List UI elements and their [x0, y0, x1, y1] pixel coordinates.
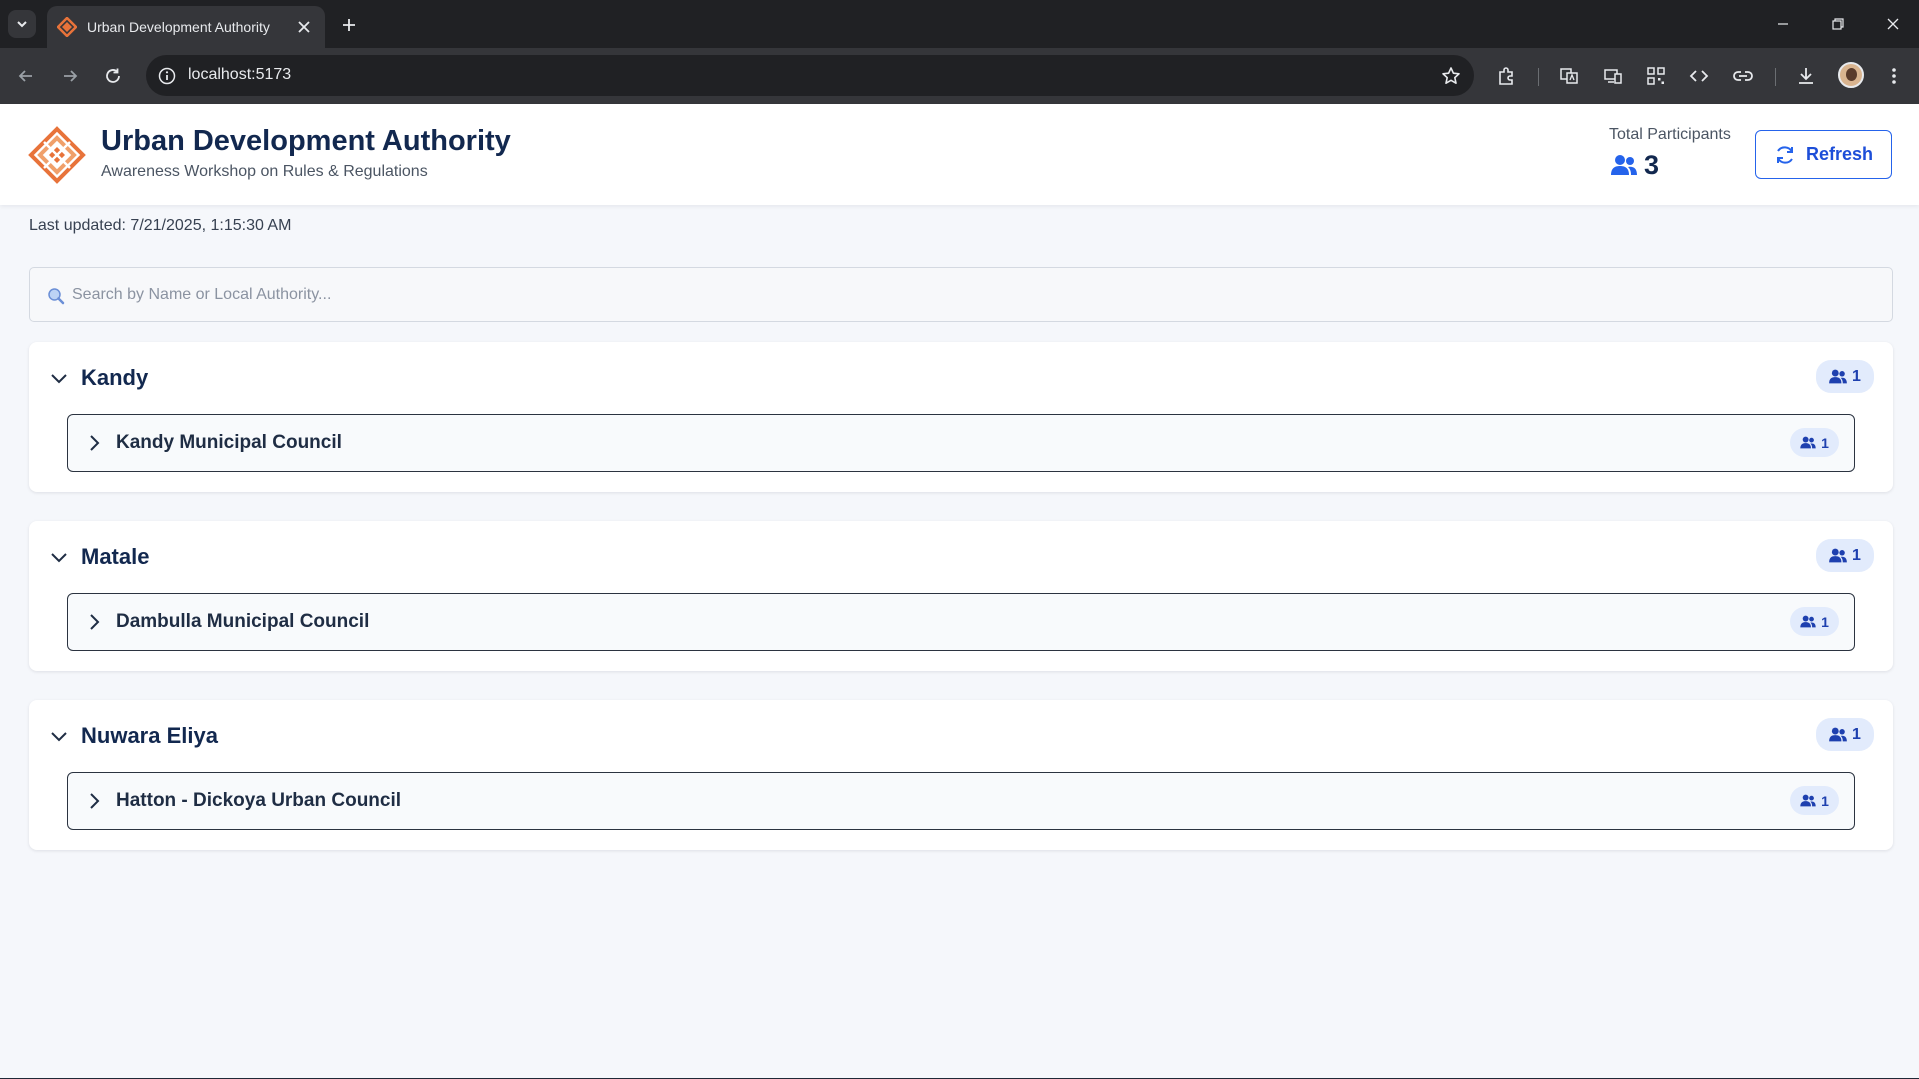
address-bar[interactable]: localhost:5173: [146, 55, 1474, 96]
chevron-down-icon: [51, 553, 67, 563]
council-row[interactable]: Dambulla Municipal Council 1: [67, 593, 1855, 651]
cast-button[interactable]: [1599, 62, 1627, 90]
search-box: [29, 267, 1893, 322]
district-count: 1: [1852, 546, 1861, 564]
browser-toolbar: localhost:5173: [0, 48, 1919, 104]
users-icon: [1829, 369, 1847, 384]
arrow-left-icon: [18, 70, 32, 82]
toolbar-separator: [1775, 68, 1776, 86]
users-icon: [1829, 727, 1847, 742]
plus-icon: [343, 19, 355, 31]
district-count-badge: 1: [1816, 539, 1874, 572]
district-count-badge: 1: [1816, 718, 1874, 751]
tab-title: Urban Development Authority: [87, 19, 270, 35]
copy-link-button[interactable]: [1729, 62, 1757, 90]
refresh-label: Refresh: [1805, 144, 1874, 164]
users-icon: [1800, 615, 1816, 628]
district-card-matale: Matale 1 Dambulla Municipal Council 1: [29, 521, 1893, 671]
district-count-badge: 1: [1816, 360, 1874, 393]
users-icon: [1800, 436, 1816, 449]
browser-menu-button[interactable]: [1880, 62, 1908, 90]
devtools-button[interactable]: [1685, 62, 1713, 90]
district-name: Matale: [81, 544, 150, 569]
district-name: Nuwara Eliya: [81, 723, 218, 748]
close-window-button[interactable]: [1878, 10, 1908, 38]
puzzle-icon: [1499, 67, 1513, 85]
app-header: Urban Development Authority Awareness Wo…: [0, 104, 1919, 205]
council-count-badge: 1: [1790, 428, 1839, 457]
app-subtitle: Awareness Workshop on Rules & Regulation…: [101, 163, 428, 180]
district-header[interactable]: Kandy 1: [29, 342, 1893, 414]
reload-icon: [106, 68, 120, 83]
council-count: 1: [1821, 434, 1829, 451]
translate-icon: [1560, 68, 1578, 84]
code-icon: [1689, 70, 1709, 82]
district-header[interactable]: Nuwara Eliya 1: [29, 700, 1893, 772]
search-input[interactable]: [72, 269, 1872, 320]
toolbar-separator: [1538, 68, 1539, 86]
chevron-down-icon: [51, 374, 67, 384]
restore-window-button[interactable]: [1823, 10, 1853, 38]
district-name: Kandy: [81, 365, 149, 390]
new-tab-button[interactable]: [336, 12, 362, 38]
council-count: 1: [1821, 792, 1829, 809]
refresh-icon: [1776, 145, 1793, 164]
download-icon: [1799, 68, 1813, 84]
chevron-right-icon: [90, 614, 100, 630]
extensions-button[interactable]: [1492, 62, 1520, 90]
last-updated-text: Last updated: 7/21/2025, 1:15:30 AM: [29, 217, 292, 234]
district-count: 1: [1852, 367, 1861, 385]
forward-button[interactable]: [56, 62, 84, 90]
chevron-down-icon: [17, 21, 27, 28]
browser-tabstrip: Urban Development Authority: [0, 0, 1919, 48]
district-card-nuwara-eliya: Nuwara Eliya 1 Hatton - Dickoya Urban Co…: [29, 700, 1893, 850]
users-icon: [1829, 548, 1847, 563]
tab-search-button[interactable]: [8, 10, 36, 38]
total-participants-label: Total Participants: [1609, 126, 1731, 143]
council-count-badge: 1: [1790, 607, 1839, 636]
users-icon: [1800, 794, 1816, 807]
url-text: localhost:5173: [188, 66, 292, 83]
chevron-right-icon: [90, 435, 100, 451]
users-icon: [1611, 155, 1637, 175]
chevron-right-icon: [90, 793, 100, 809]
council-name: Dambulla Municipal Council: [116, 611, 370, 632]
council-row[interactable]: Hatton - Dickoya Urban Council 1: [67, 772, 1855, 830]
downloads-button[interactable]: [1792, 62, 1820, 90]
district-header[interactable]: Matale 1: [29, 521, 1893, 593]
council-name: Hatton - Dickoya Urban Council: [116, 790, 402, 811]
translate-button[interactable]: [1555, 62, 1583, 90]
uda-favicon-icon: [57, 17, 77, 37]
qr-code-button[interactable]: [1642, 62, 1670, 90]
total-participants-count: 3: [1644, 150, 1660, 180]
site-info-icon[interactable]: [156, 65, 178, 87]
reload-button[interactable]: [99, 62, 127, 90]
tab-close-icon[interactable]: [293, 16, 315, 38]
chevron-down-icon: [51, 732, 67, 742]
council-row[interactable]: Kandy Municipal Council 1: [67, 414, 1855, 472]
qr-code-icon: [1647, 67, 1665, 85]
search-icon: [48, 288, 65, 305]
arrow-right-icon: [64, 70, 78, 82]
district-card-kandy: Kandy 1 Kandy Municipal Council 1: [29, 342, 1893, 492]
refresh-button[interactable]: Refresh: [1755, 130, 1892, 179]
more-vertical-icon: [1892, 68, 1896, 84]
council-name: Kandy Municipal Council: [116, 432, 342, 453]
devices-icon: [1604, 69, 1622, 84]
uda-logo: [28, 126, 86, 184]
app-title: Urban Development Authority: [101, 125, 511, 157]
council-count-badge: 1: [1790, 786, 1839, 815]
back-button[interactable]: [12, 62, 40, 90]
bookmark-star-icon[interactable]: [1438, 63, 1464, 89]
council-count: 1: [1821, 613, 1829, 630]
browser-tab[interactable]: Urban Development Authority: [47, 6, 325, 48]
minimize-window-button[interactable]: [1768, 10, 1798, 38]
profile-avatar[interactable]: [1838, 62, 1864, 88]
minimize-icon: [1778, 23, 1788, 25]
close-icon: [1887, 18, 1899, 30]
link-icon: [1733, 71, 1753, 81]
restore-icon: [1832, 18, 1844, 30]
district-count: 1: [1852, 725, 1861, 743]
